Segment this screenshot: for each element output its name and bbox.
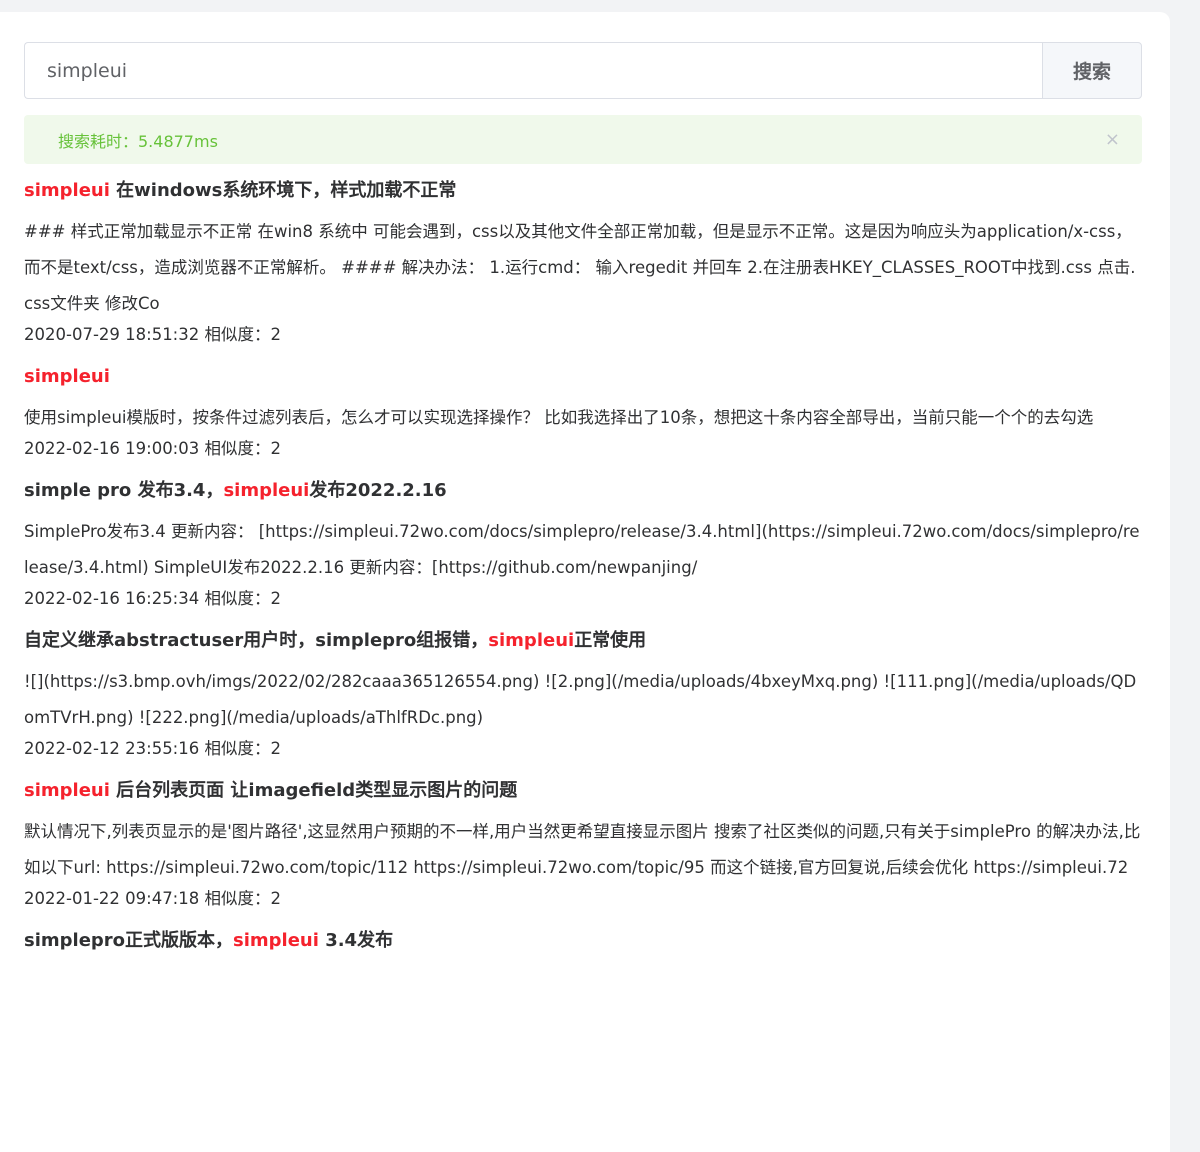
results-list: simpleui 在windows系统环境下，样式加载不正常 ### 样式正常加… <box>24 176 1142 978</box>
result-title-link[interactable]: 自定义继承abstractuser用户时，simplepro组报错，simple… <box>24 626 1142 656</box>
result-title-highlight: simpleui <box>223 480 310 501</box>
result-item: simplepro正式版版本，simpleui 3.4发布 <box>24 926 1142 956</box>
result-meta: 2022-01-22 09:47:18 相似度：2 <box>24 889 281 908</box>
result-title-link[interactable]: simpleui 在windows系统环境下，样式加载不正常 <box>24 176 1142 206</box>
result-item: 自定义继承abstractuser用户时，simplepro组报错，simple… <box>24 626 1142 762</box>
result-title-suffix: 3.4发布 <box>318 930 394 951</box>
result-snippet: ![](https://s3.bmp.ovh/imgs/2022/02/282c… <box>24 672 1137 727</box>
result-title-suffix: 正常使用 <box>574 630 647 651</box>
result-title-highlight: simpleui <box>24 180 110 201</box>
search-time-alert: 搜索耗时：5.4877ms × <box>24 115 1142 164</box>
result-title-link[interactable]: simple pro 发布3.4，simpleui发布2022.2.16 <box>24 476 1142 506</box>
result-title-highlight: simpleui <box>488 630 575 651</box>
result-title-link[interactable]: simpleui 后台列表页面 让imagefield类型显示图片的问题 <box>24 776 1142 806</box>
result-title-link[interactable]: simpleui <box>24 362 1142 392</box>
result-snippet: 默认情况下,列表页显示的是'图片路径',这显然用户预期的不一样,用户当然更希望直… <box>24 822 1141 877</box>
result-meta: 2020-07-29 18:51:32 相似度：2 <box>24 325 281 344</box>
result-item: simpleui 后台列表页面 让imagefield类型显示图片的问题 默认情… <box>24 776 1142 912</box>
result-title-highlight: simpleui <box>24 366 110 387</box>
result-title-prefix: 自定义继承abstractuser用户时，simplepro组报错， <box>24 630 489 651</box>
result-snippet: SimplePro发布3.4 更新内容： [https://simpleui.7… <box>24 522 1140 577</box>
search-bar: 搜索 <box>24 42 1142 99</box>
result-title-prefix: simplepro正式版版本， <box>24 930 234 951</box>
result-title-highlight: simpleui <box>233 930 319 951</box>
search-button[interactable]: 搜索 <box>1042 42 1142 99</box>
result-snippet: ### 样式正常加载显示不正常 在win8 系统中 可能会遇到，css以及其他文… <box>24 222 1136 313</box>
result-title-suffix: 发布2022.2.16 <box>309 480 447 501</box>
search-panel: 搜索 搜索耗时：5.4877ms × simpleui 在windows系统环境… <box>0 12 1170 1152</box>
result-item: simpleui 使用simpleui模版时，按条件过滤列表后，怎么才可以实现选… <box>24 362 1142 462</box>
search-time-text: 搜索耗时：5.4877ms <box>58 131 218 151</box>
result-meta: 2022-02-12 23:55:16 相似度：2 <box>24 739 281 758</box>
result-item: simpleui 在windows系统环境下，样式加载不正常 ### 样式正常加… <box>24 176 1142 348</box>
result-snippet: 使用simpleui模版时，按条件过滤列表后，怎么才可以实现选择操作？ 比如我选… <box>24 408 1094 427</box>
result-title-highlight: simpleui <box>24 780 110 801</box>
result-title-link[interactable]: simplepro正式版版本，simpleui 3.4发布 <box>24 926 1142 956</box>
result-title-suffix: 在windows系统环境下，样式加载不正常 <box>109 180 457 201</box>
result-title-suffix: 后台列表页面 让imagefield类型显示图片的问题 <box>109 780 518 801</box>
close-icon[interactable]: × <box>1105 129 1120 150</box>
result-title-prefix: simple pro 发布3.4， <box>24 480 224 501</box>
result-item: simple pro 发布3.4，simpleui发布2022.2.16 Sim… <box>24 476 1142 612</box>
result-meta: 2022-02-16 16:25:34 相似度：2 <box>24 589 281 608</box>
result-meta: 2022-02-16 19:00:03 相似度：2 <box>24 439 281 458</box>
search-input[interactable] <box>24 42 1042 99</box>
